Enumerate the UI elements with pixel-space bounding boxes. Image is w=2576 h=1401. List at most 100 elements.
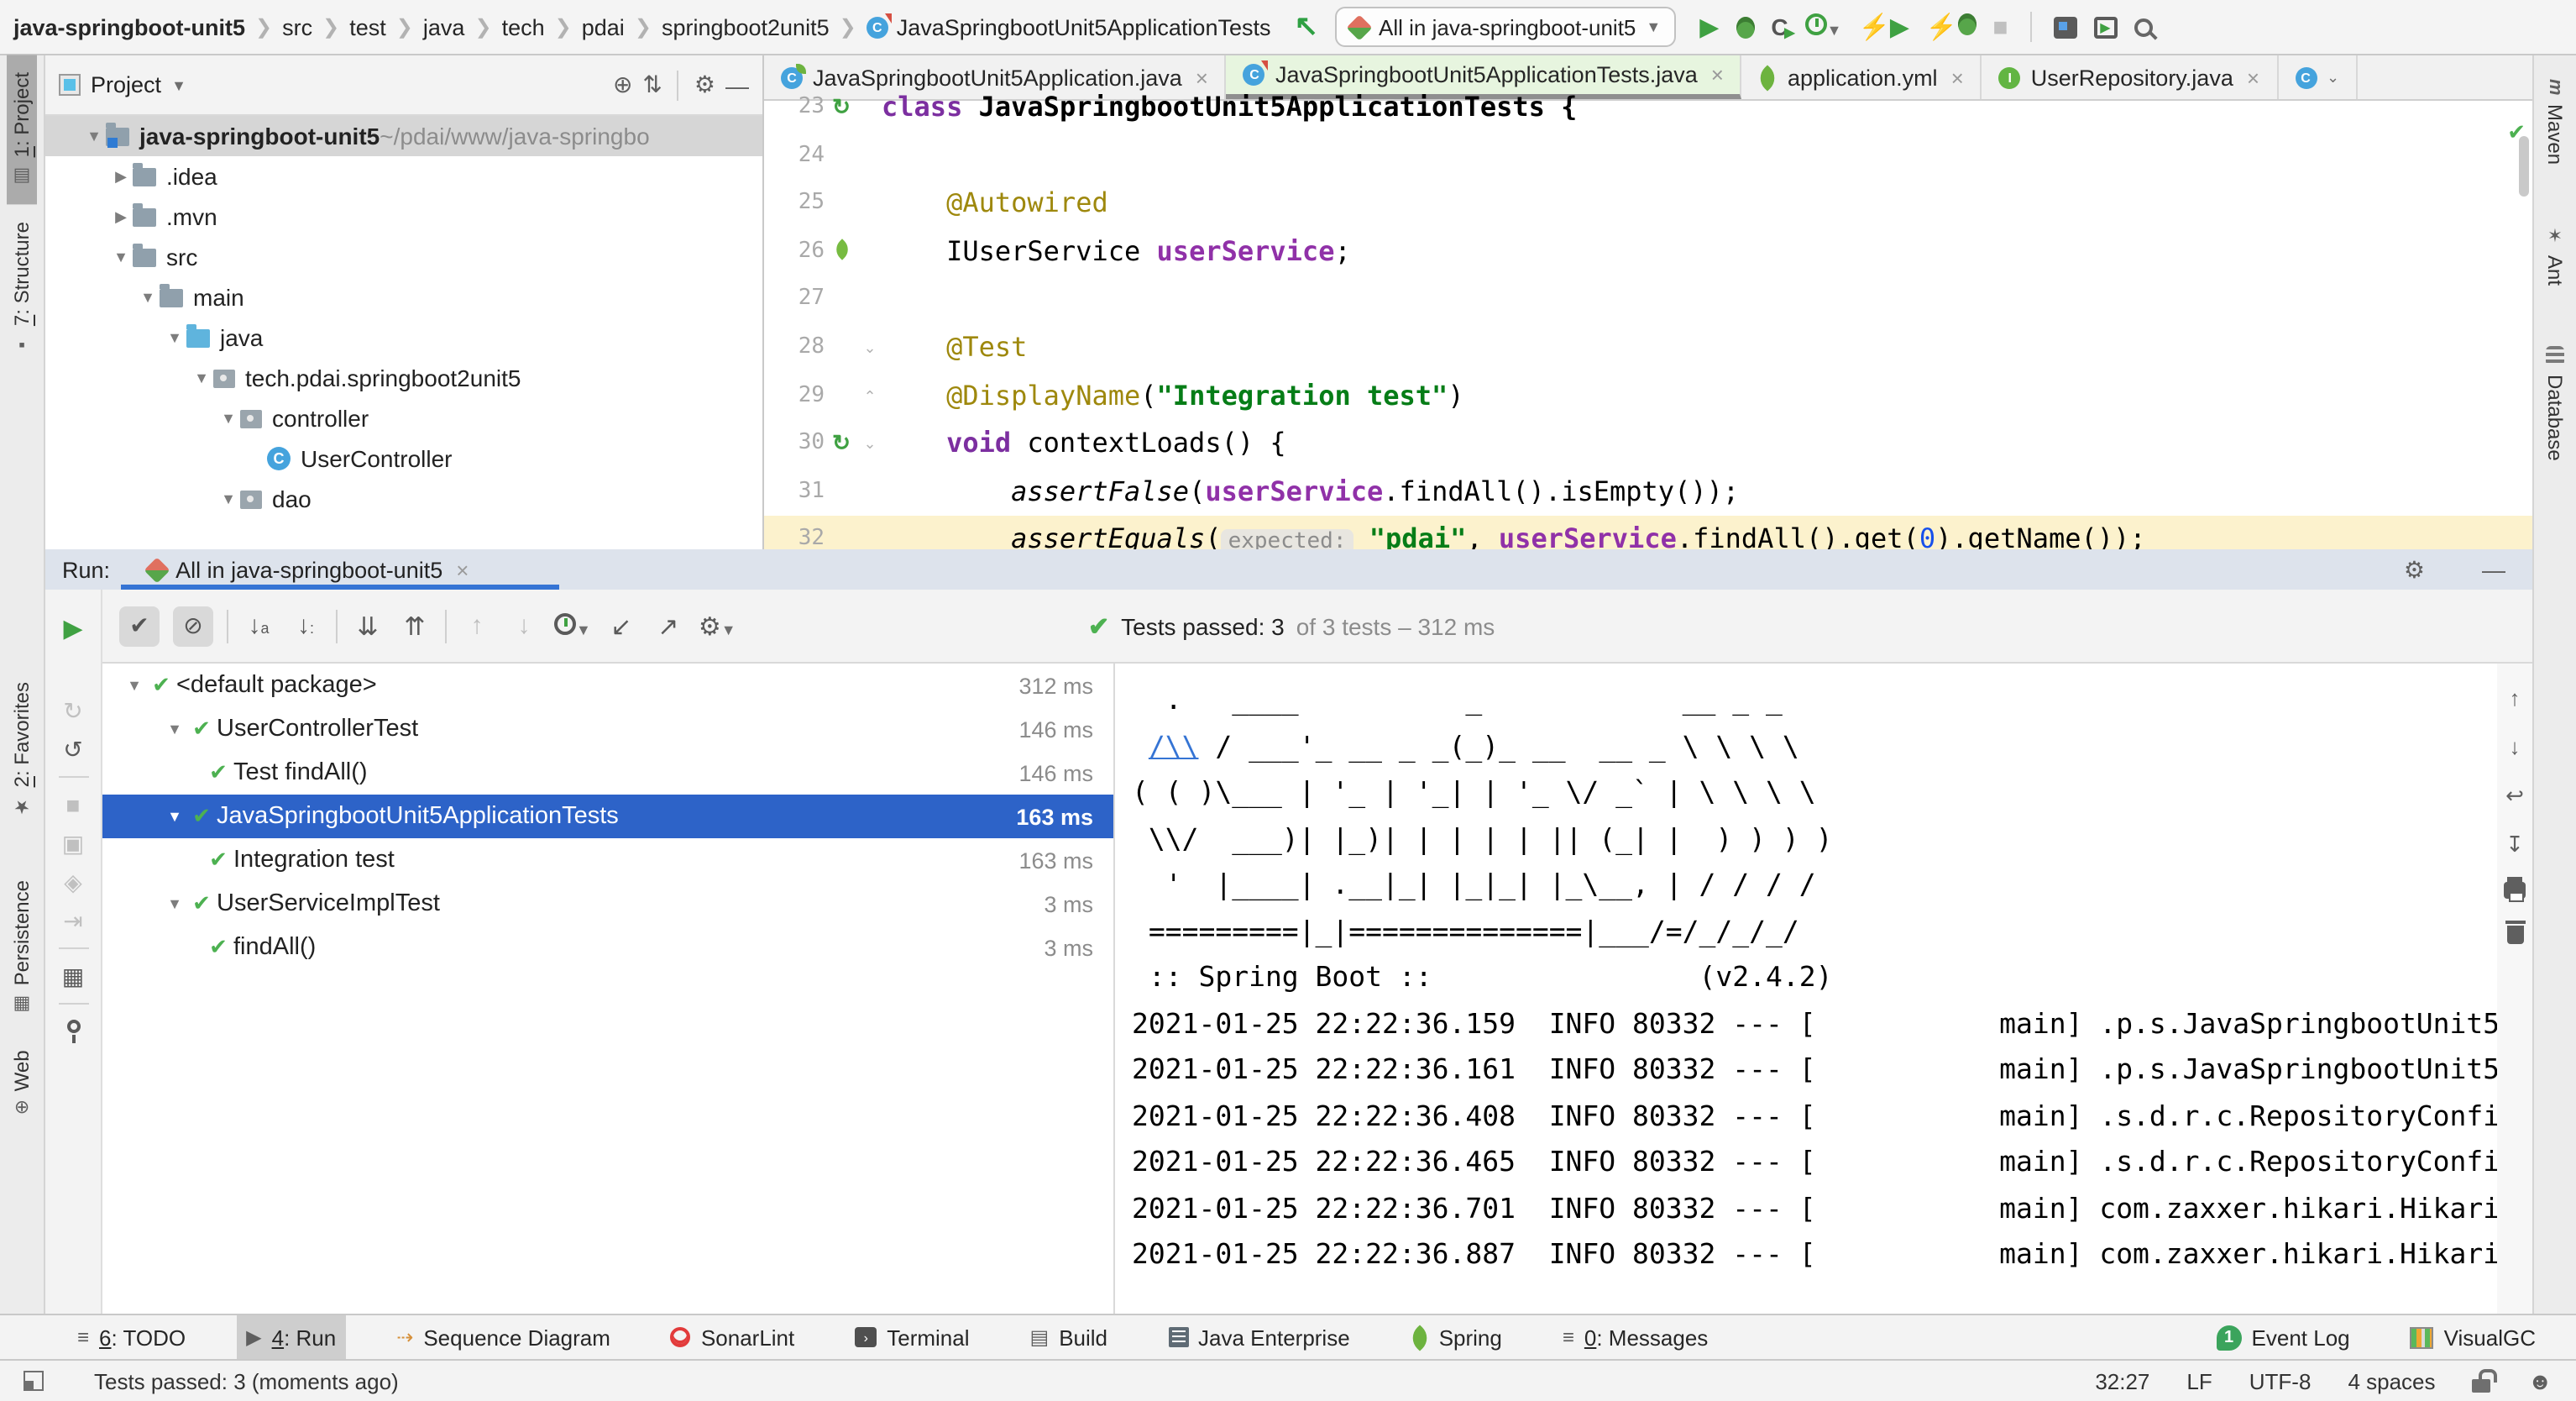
project-structure-button[interactable] bbox=[2053, 16, 2076, 38]
chevron-right-icon[interactable]: ▶ bbox=[109, 207, 133, 226]
hide-panel-icon[interactable]: — bbox=[2482, 556, 2505, 583]
breadcrumb-file[interactable]: C JavaSpringbootUnit5ApplicationTests bbox=[867, 14, 1271, 39]
line-separator[interactable]: LF bbox=[2186, 1368, 2212, 1393]
scroll-to-end-icon[interactable]: ↧ bbox=[2505, 833, 2524, 855]
tree-row-main[interactable]: ▼ main bbox=[45, 277, 762, 317]
test-row-usercontrollertest[interactable]: ▼ ✔ UserControllerTest 146 ms bbox=[102, 707, 1113, 751]
pin-tab-icon[interactable] bbox=[66, 1020, 80, 1033]
tool-window-structure[interactable]: ▪ 7: Structure bbox=[7, 204, 37, 370]
chevron-right-icon[interactable]: ▶ bbox=[109, 167, 133, 186]
chevron-down-icon[interactable]: ▼ bbox=[217, 410, 240, 427]
project-panel-title[interactable]: Project bbox=[91, 72, 161, 97]
rerun-failed-tests-icon[interactable]: ↺ bbox=[63, 737, 82, 761]
debug-button[interactable] bbox=[1736, 16, 1754, 38]
tool-window-sequence-diagram[interactable]: ⇢ Sequence Diagram bbox=[386, 1314, 620, 1360]
tool-window-ant[interactable]: ✶ Ant bbox=[2540, 208, 2570, 302]
tool-window-spring[interactable]: Spring bbox=[1401, 1314, 1512, 1360]
test-console-output[interactable]: . ____ _ __ _ _ /\\ / ___'_ __ _ _(_)_ _… bbox=[1115, 664, 2497, 1314]
chevron-down-icon[interactable]: ▼ bbox=[171, 76, 186, 93]
export-test-results-icon[interactable]: ↗ bbox=[652, 611, 685, 641]
fold-marker-icon[interactable]: ⌄ bbox=[858, 324, 882, 372]
tree-row-src[interactable]: ▼ src bbox=[45, 237, 762, 277]
tool-window-build[interactable]: ▤ Build bbox=[1020, 1314, 1118, 1360]
console-link[interactable]: /\\ bbox=[1149, 730, 1199, 762]
chevron-down-icon[interactable]: ▼ bbox=[190, 370, 213, 386]
chevron-down-icon[interactable]: ▼ bbox=[82, 128, 106, 144]
tool-window-todo[interactable]: ≡ 6: TODO bbox=[67, 1314, 196, 1360]
run-test-gutter-icon[interactable]: ↻ bbox=[832, 94, 851, 119]
chevron-down-icon[interactable]: ▼ bbox=[123, 677, 146, 694]
breadcrumb-test[interactable]: test bbox=[349, 14, 386, 39]
import-test-results-icon[interactable]: ↙ bbox=[605, 611, 638, 641]
chevron-down-icon[interactable]: ▼ bbox=[163, 895, 186, 912]
show-ignored-toggle[interactable]: ⊘ bbox=[173, 606, 213, 646]
caret-position[interactable]: 32:27 bbox=[2095, 1368, 2149, 1393]
status-message[interactable]: Tests passed: 3 (moments ago) bbox=[94, 1368, 399, 1393]
tree-row-java[interactable]: ▼ java bbox=[45, 317, 762, 358]
rerun-tests-button[interactable]: ▶ bbox=[63, 613, 82, 643]
run-test-gutter-icon[interactable]: ↻ bbox=[832, 430, 851, 455]
tool-window-switcher-icon[interactable] bbox=[24, 1371, 44, 1391]
fold-marker-icon[interactable]: ⌄ bbox=[858, 420, 882, 468]
down-arrow-icon[interactable]: ↓ bbox=[2510, 736, 2521, 758]
collapse-all-icon[interactable]: ⇅ bbox=[642, 71, 662, 99]
profiler-button[interactable]: ▼ bbox=[1805, 13, 1842, 40]
run-configuration-select[interactable]: All in java-springboot-unit5 ▼ bbox=[1335, 7, 1676, 47]
run-button[interactable]: ▶ bbox=[1699, 14, 1719, 39]
breadcrumb-project[interactable]: java-springboot-unit5 bbox=[13, 14, 245, 39]
test-row-applicationtests[interactable]: ▼ ✔ JavaSpringbootUnit5ApplicationTests … bbox=[102, 795, 1113, 838]
print-icon[interactable] bbox=[2504, 882, 2526, 899]
breadcrumb-src[interactable]: src bbox=[282, 14, 312, 39]
test-row-test-findall[interactable]: ✔ Test findAll() 146 ms bbox=[102, 751, 1113, 795]
scroll-from-source-icon[interactable]: ↖ bbox=[1295, 10, 1319, 44]
gradle-face-icon[interactable]: ☻ bbox=[2528, 1367, 2552, 1394]
tree-row-mvn[interactable]: ▶ .mvn bbox=[45, 197, 762, 237]
chevron-down-icon[interactable]: ▼ bbox=[109, 249, 133, 265]
indent-setting[interactable]: 4 spaces bbox=[2348, 1368, 2435, 1393]
editor-scrollbar[interactable] bbox=[2519, 136, 2529, 197]
fold-marker-icon[interactable]: ⌃ bbox=[858, 372, 882, 420]
test-row-integration-test[interactable]: ✔ Integration test 163 ms bbox=[102, 838, 1113, 882]
tree-row-controller[interactable]: ▼ controller bbox=[45, 398, 762, 438]
tool-window-maven[interactable]: m Maven bbox=[2540, 62, 2570, 181]
hide-panel-icon[interactable]: — bbox=[725, 71, 749, 98]
tool-window-web[interactable]: ⊕ Web bbox=[7, 1033, 37, 1131]
test-history-button[interactable]: ▼ bbox=[554, 612, 591, 639]
search-everywhere-button[interactable] bbox=[2134, 18, 2152, 36]
unlock-icon[interactable] bbox=[2473, 1379, 2491, 1393]
chevron-down-icon[interactable]: ▼ bbox=[163, 721, 186, 737]
breadcrumb-package[interactable]: springboot2unit5 bbox=[662, 14, 830, 39]
tree-row-package[interactable]: ▼ tech.pdai.springboot2unit5 bbox=[45, 358, 762, 398]
tool-window-java-enterprise[interactable]: Java Enterprise bbox=[1158, 1314, 1360, 1360]
close-icon[interactable]: × bbox=[456, 557, 469, 582]
breadcrumb-java[interactable]: java bbox=[423, 14, 465, 39]
gear-icon[interactable]: ⚙ bbox=[2404, 555, 2425, 584]
test-row-findall[interactable]: ✔ findAll() 3 ms bbox=[102, 926, 1113, 969]
tool-window-messages[interactable]: ≡ 0: Messages bbox=[1552, 1314, 1718, 1360]
test-row-userserviceimpltest[interactable]: ▼ ✔ UserServiceImplTest 3 ms bbox=[102, 882, 1113, 926]
tree-row-usercontroller[interactable]: C UserController bbox=[45, 438, 762, 479]
tool-window-terminal[interactable]: › Terminal bbox=[845, 1314, 979, 1360]
tool-window-run[interactable]: ▶ 4: Run bbox=[236, 1314, 346, 1360]
tool-window-database[interactable]: Database bbox=[2540, 329, 2570, 478]
file-encoding[interactable]: UTF-8 bbox=[2249, 1368, 2312, 1393]
tool-window-sonarlint[interactable]: SonarLint bbox=[661, 1314, 804, 1360]
up-arrow-icon[interactable]: ↑ bbox=[2510, 687, 2521, 709]
expand-all-icon[interactable]: ⇊ bbox=[351, 611, 385, 641]
show-passed-toggle[interactable]: ✔ bbox=[119, 606, 160, 646]
run-with-profiler-button[interactable]: ⚡▶ bbox=[1858, 12, 1908, 42]
clear-console-icon[interactable] bbox=[2506, 926, 2523, 944]
spring-bean-gutter-icon[interactable] bbox=[830, 239, 851, 260]
run-tab[interactable]: All in java-springboot-unit5 × bbox=[147, 557, 469, 582]
tool-window-favorites[interactable]: ★ 2: Favorites bbox=[7, 665, 37, 834]
tree-row-idea[interactable]: ▶ .idea bbox=[45, 156, 762, 197]
tool-window-project[interactable]: ▤ 1: Project bbox=[7, 55, 37, 204]
visualgc-button[interactable]: VisualGC bbox=[2401, 1314, 2546, 1360]
chevron-down-icon[interactable]: ▼ bbox=[163, 329, 186, 346]
soft-wrap-icon[interactable]: ↩ bbox=[2505, 784, 2524, 806]
debug-with-profiler-button[interactable]: ⚡ bbox=[1926, 12, 1976, 42]
restore-layout-icon[interactable]: ▦ bbox=[62, 964, 84, 988]
event-log-button[interactable]: 1 Event Log bbox=[2207, 1314, 2360, 1360]
test-row-default-package[interactable]: ▼ ✔ <default package> 312 ms bbox=[102, 664, 1113, 707]
run-anything-button[interactable]: ▶ bbox=[2093, 16, 2117, 38]
